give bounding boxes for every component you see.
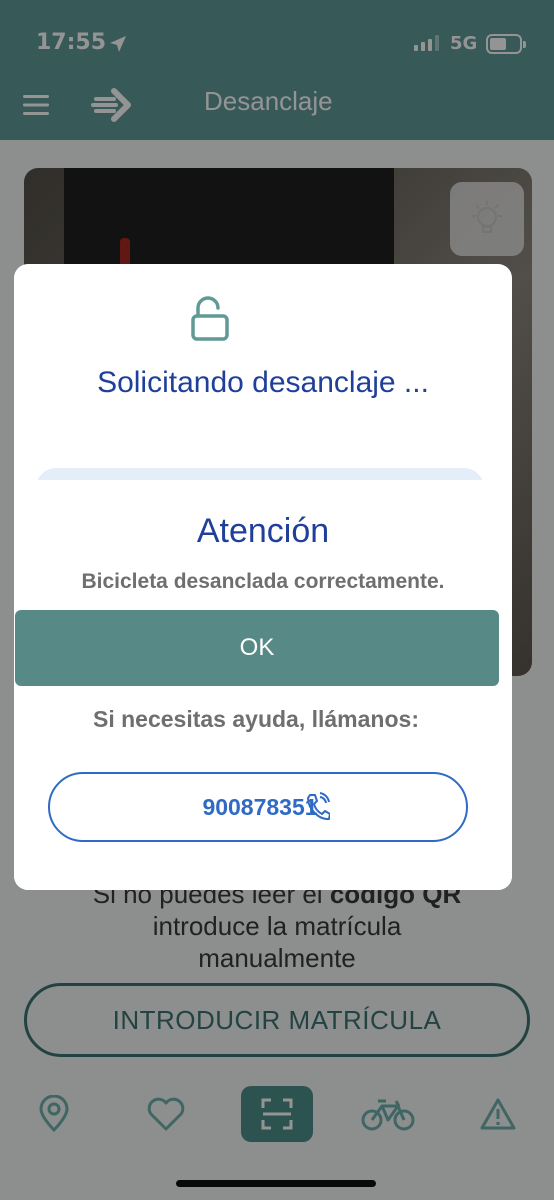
help-text: Si necesitas ayuda, llámanos: — [93, 706, 419, 732]
call-button[interactable]: 900878351 — [48, 772, 468, 842]
alert-dialog: Atención Bicicleta desanclada correctame… — [14, 480, 512, 890]
unlock-title: Solicitando desanclaje ... — [97, 366, 429, 399]
phone-number: 900878351 — [202, 794, 318, 820]
unlock-icon — [191, 296, 229, 341]
alert-title: Atención — [196, 512, 330, 550]
ok-button[interactable]: OK — [15, 610, 499, 686]
phone-icon — [307, 792, 330, 821]
alert-message: Bicicleta desanclada correctamente. — [81, 570, 445, 593]
